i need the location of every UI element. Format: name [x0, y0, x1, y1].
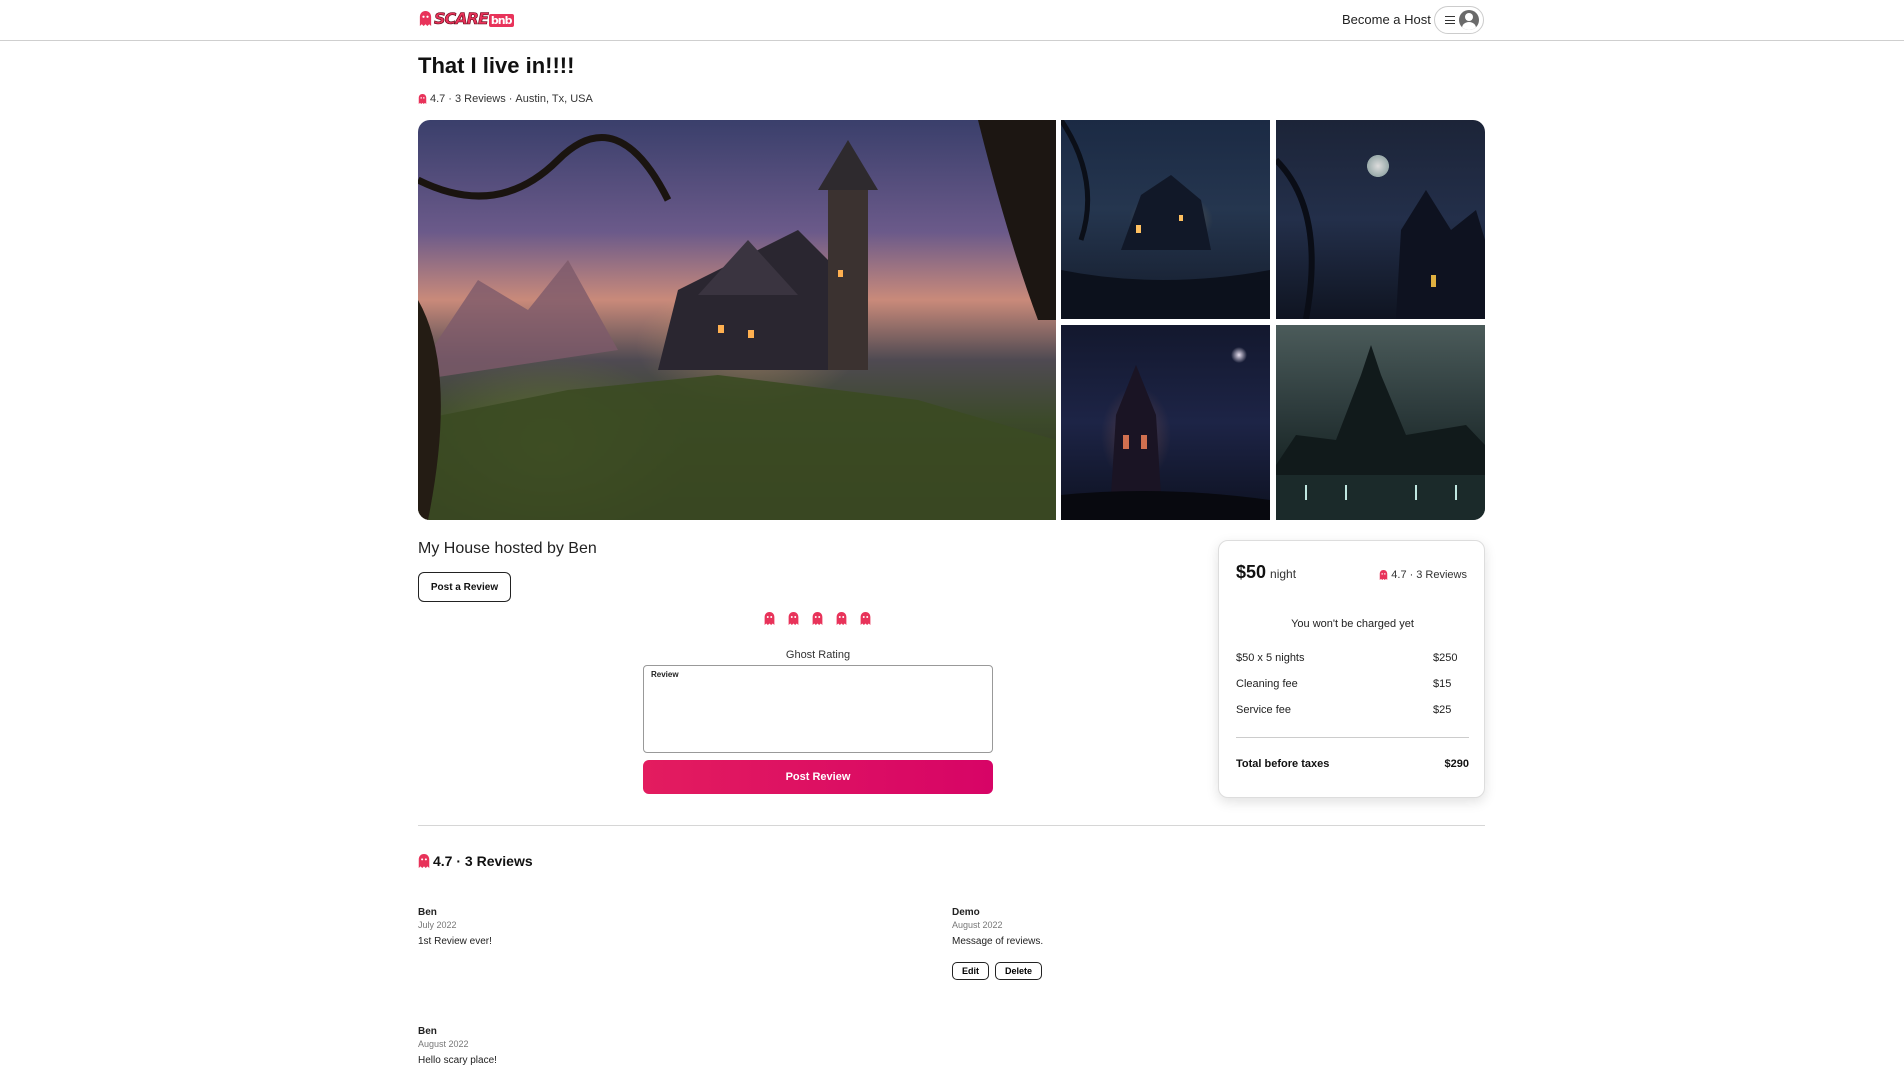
review-date: August 2022	[952, 920, 1003, 930]
review-author: Ben	[418, 1026, 437, 1037]
user-menu-button[interactable]	[1434, 6, 1484, 34]
review-item: Demo August 2022 Message of reviews. Edi…	[952, 907, 1043, 980]
ghost-icon	[1379, 570, 1388, 580]
review-item: Ben August 2022 Hello scary place!	[418, 1026, 497, 1066]
price: $50 night	[1236, 562, 1296, 583]
review-date: July 2022	[418, 920, 457, 930]
photo-5[interactable]	[1276, 325, 1485, 520]
listing-rating: 4.7	[430, 93, 446, 105]
review-text: Hello scary place!	[418, 1055, 497, 1066]
delete-review-button[interactable]: Delete	[995, 962, 1043, 980]
logo[interactable]: SCARE bnb	[419, 9, 514, 28]
top-nav: SCARE bnb Become a Host	[0, 0, 1904, 41]
ghost-icon[interactable]	[788, 612, 799, 625]
divider	[1236, 737, 1469, 738]
photo-2[interactable]	[1061, 120, 1270, 319]
ghost-rating-selector	[764, 612, 871, 625]
review-field-label: Review	[651, 670, 679, 679]
logo-text: SCARE bnb	[434, 9, 514, 28]
ghost-icon[interactable]	[812, 612, 823, 625]
divider	[418, 825, 1485, 826]
post-review-submit-button[interactable]: Post Review	[643, 760, 993, 794]
menu-icon	[1445, 16, 1455, 24]
price-unit: night	[1270, 567, 1297, 581]
listing-title: That I live in!!!!	[418, 53, 575, 78]
review-text: Message of reviews.	[952, 936, 1044, 947]
ghost-icon	[418, 854, 430, 868]
review-text: 1st Review ever!	[418, 936, 492, 947]
ghost-icon	[419, 11, 432, 26]
become-host-link[interactable]: Become a Host	[1342, 12, 1431, 27]
listing-meta: 4.7 · 3 Reviews · Austin, Tx, USA	[418, 93, 593, 105]
ghost-icon[interactable]	[764, 612, 775, 625]
review-field: Review	[643, 665, 993, 753]
ghost-icon[interactable]	[836, 612, 847, 625]
review-author: Demo	[952, 907, 980, 918]
ghost-icon[interactable]	[860, 612, 871, 625]
edit-review-button[interactable]: Edit	[952, 962, 989, 980]
ghost-rating-label: Ghost Rating	[785, 649, 851, 661]
review-author: Ben	[418, 907, 437, 918]
price-amount: $50	[1236, 562, 1267, 582]
fee-row: $50 x 5 nights $250	[1236, 652, 1458, 664]
reviews-heading: 4.7 · 3 Reviews	[418, 853, 533, 869]
review-actions: Edit Delete	[952, 962, 1043, 980]
photo-4[interactable]	[1061, 325, 1270, 520]
review-item: Ben July 2022 1st Review ever!	[418, 907, 492, 947]
fee-row: Cleaning fee $15	[1236, 678, 1452, 690]
card-rating: 4.7 · 3 Reviews	[1379, 569, 1467, 581]
listing-reviews-count[interactable]: 3 Reviews	[455, 93, 506, 105]
main-photo[interactable]	[418, 120, 1056, 520]
photo-gallery	[418, 120, 1485, 520]
total-row: Total before taxes $290	[1236, 758, 1469, 770]
photo-3[interactable]	[1276, 120, 1485, 319]
hosted-by: My House hosted by Ben	[418, 540, 597, 557]
not-charged-note: You won't be charged yet	[1291, 618, 1414, 630]
review-textarea[interactable]	[648, 682, 988, 748]
post-a-review-button[interactable]: Post a Review	[418, 572, 511, 602]
booking-card: $50 night 4.7 · 3 Reviews You won't be c…	[1218, 540, 1485, 798]
avatar-icon	[1459, 10, 1479, 30]
listing-location: Austin, Tx, USA	[515, 93, 593, 105]
review-date: August 2022	[418, 1039, 469, 1049]
fee-row: Service fee $25	[1236, 704, 1452, 716]
ghost-icon	[418, 94, 427, 104]
